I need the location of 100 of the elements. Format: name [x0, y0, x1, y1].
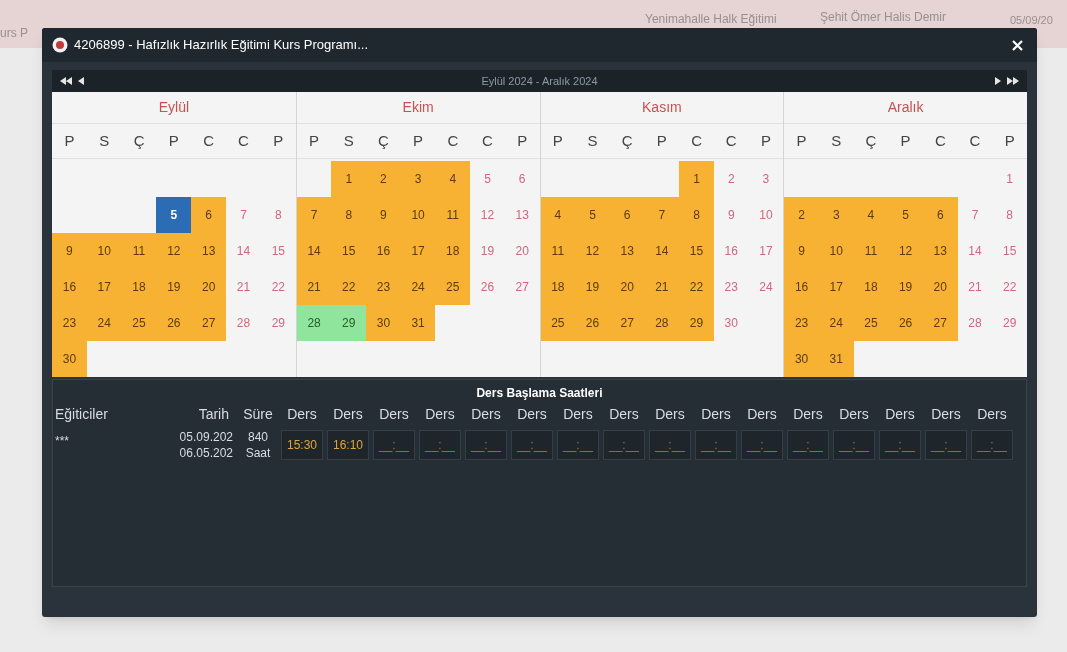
day-cell[interactable]: 29 — [992, 305, 1027, 341]
day-cell[interactable]: 17 — [400, 233, 436, 269]
day-cell[interactable]: 22 — [679, 269, 714, 305]
day-cell[interactable]: 25 — [853, 305, 889, 341]
day-cell[interactable]: 14 — [957, 233, 993, 269]
day-cell[interactable]: 30 — [366, 305, 401, 341]
day-cell[interactable]: 28 — [296, 305, 332, 341]
day-cell[interactable]: 20 — [191, 269, 227, 305]
time-input[interactable]: __:__ — [695, 430, 737, 460]
day-cell[interactable]: 15 — [331, 233, 367, 269]
day-cell[interactable]: 10 — [748, 197, 784, 233]
day-cell[interactable]: 19 — [888, 269, 923, 305]
day-cell[interactable]: 25 — [121, 305, 157, 341]
day-cell[interactable]: 27 — [922, 305, 958, 341]
day-cell[interactable]: 27 — [504, 269, 540, 305]
day-cell[interactable]: 12 — [156, 233, 192, 269]
day-cell[interactable]: 23 — [713, 269, 749, 305]
day-cell[interactable]: 14 — [644, 233, 680, 269]
day-cell[interactable]: 20 — [922, 269, 958, 305]
day-cell[interactable]: 26 — [575, 305, 610, 341]
day-cell[interactable]: 24 — [818, 305, 854, 341]
day-cell[interactable]: 29 — [331, 305, 367, 341]
day-cell[interactable]: 19 — [156, 269, 192, 305]
day-cell[interactable]: 15 — [679, 233, 714, 269]
time-input[interactable]: __:__ — [511, 430, 553, 460]
day-cell[interactable]: 25 — [540, 305, 576, 341]
time-input[interactable]: __:__ — [741, 430, 783, 460]
day-cell[interactable]: 3 — [818, 197, 854, 233]
day-cell[interactable]: 29 — [679, 305, 714, 341]
day-cell[interactable]: 18 — [435, 233, 471, 269]
day-cell[interactable]: 11 — [121, 233, 157, 269]
day-cell[interactable]: 17 — [818, 269, 854, 305]
day-cell[interactable]: 16 — [713, 233, 749, 269]
time-input[interactable]: __:__ — [465, 430, 507, 460]
day-cell[interactable]: 3 — [400, 161, 436, 197]
day-cell[interactable]: 4 — [435, 161, 471, 197]
day-cell[interactable]: 10 — [86, 233, 122, 269]
day-cell[interactable]: 22 — [992, 269, 1027, 305]
day-cell[interactable]: 16 — [366, 233, 401, 269]
day-cell[interactable]: 13 — [504, 197, 540, 233]
day-cell[interactable]: 26 — [888, 305, 923, 341]
day-cell[interactable]: 28 — [957, 305, 993, 341]
day-cell[interactable]: 5 — [888, 197, 923, 233]
day-cell[interactable]: 13 — [609, 233, 645, 269]
day-cell[interactable]: 8 — [992, 197, 1027, 233]
day-cell[interactable]: 25 — [435, 269, 471, 305]
time-input[interactable]: __:__ — [419, 430, 461, 460]
day-cell[interactable]: 9 — [713, 197, 749, 233]
day-cell[interactable]: 6 — [922, 197, 958, 233]
time-input[interactable]: __:__ — [557, 430, 599, 460]
day-cell[interactable]: 9 — [366, 197, 401, 233]
time-input[interactable]: __:__ — [971, 430, 1013, 460]
time-input[interactable]: __:__ — [879, 430, 921, 460]
time-input[interactable]: 15:30 — [281, 430, 323, 460]
day-cell[interactable]: 1 — [992, 161, 1027, 197]
day-cell[interactable]: 11 — [435, 197, 471, 233]
day-cell[interactable]: 10 — [818, 233, 854, 269]
day-cell[interactable]: 19 — [575, 269, 610, 305]
day-cell[interactable]: 6 — [504, 161, 540, 197]
day-cell[interactable]: 24 — [86, 305, 122, 341]
day-cell[interactable]: 3 — [748, 161, 784, 197]
day-cell[interactable]: 26 — [156, 305, 192, 341]
day-cell[interactable]: 21 — [226, 269, 261, 305]
day-cell[interactable]: 14 — [296, 233, 332, 269]
day-cell[interactable]: 13 — [922, 233, 958, 269]
day-cell[interactable]: 28 — [226, 305, 261, 341]
day-cell[interactable]: 4 — [853, 197, 889, 233]
day-cell[interactable]: 23 — [52, 305, 87, 341]
day-cell[interactable]: 1 — [331, 161, 367, 197]
day-cell[interactable]: 17 — [86, 269, 122, 305]
day-cell[interactable]: 27 — [191, 305, 227, 341]
day-cell[interactable]: 6 — [191, 197, 227, 233]
day-cell[interactable]: 29 — [260, 305, 296, 341]
day-cell[interactable]: 13 — [191, 233, 227, 269]
day-cell[interactable]: 7 — [226, 197, 261, 233]
day-cell[interactable]: 18 — [121, 269, 157, 305]
day-cell[interactable]: 24 — [400, 269, 436, 305]
day-cell[interactable]: 30 — [713, 305, 749, 341]
day-cell[interactable]: 15 — [992, 233, 1027, 269]
day-cell[interactable]: 19 — [470, 233, 505, 269]
day-cell[interactable]: 5 — [156, 197, 192, 233]
time-input[interactable]: __:__ — [649, 430, 691, 460]
day-cell[interactable]: 10 — [400, 197, 436, 233]
day-cell[interactable]: 30 — [784, 341, 819, 377]
day-cell[interactable]: 9 — [784, 233, 819, 269]
day-cell[interactable]: 4 — [540, 197, 576, 233]
time-input[interactable]: __:__ — [925, 430, 967, 460]
day-cell[interactable]: 8 — [679, 197, 714, 233]
time-input[interactable]: __:__ — [787, 430, 829, 460]
day-cell[interactable]: 24 — [748, 269, 784, 305]
day-cell[interactable]: 17 — [748, 233, 784, 269]
time-input[interactable]: 16:10 — [327, 430, 369, 460]
day-cell[interactable]: 18 — [853, 269, 889, 305]
day-cell[interactable]: 7 — [644, 197, 680, 233]
day-cell[interactable]: 18 — [540, 269, 576, 305]
day-cell[interactable]: 5 — [575, 197, 610, 233]
day-cell[interactable]: 6 — [609, 197, 645, 233]
time-input[interactable]: __:__ — [833, 430, 875, 460]
day-cell[interactable]: 2 — [713, 161, 749, 197]
day-cell[interactable]: 20 — [609, 269, 645, 305]
